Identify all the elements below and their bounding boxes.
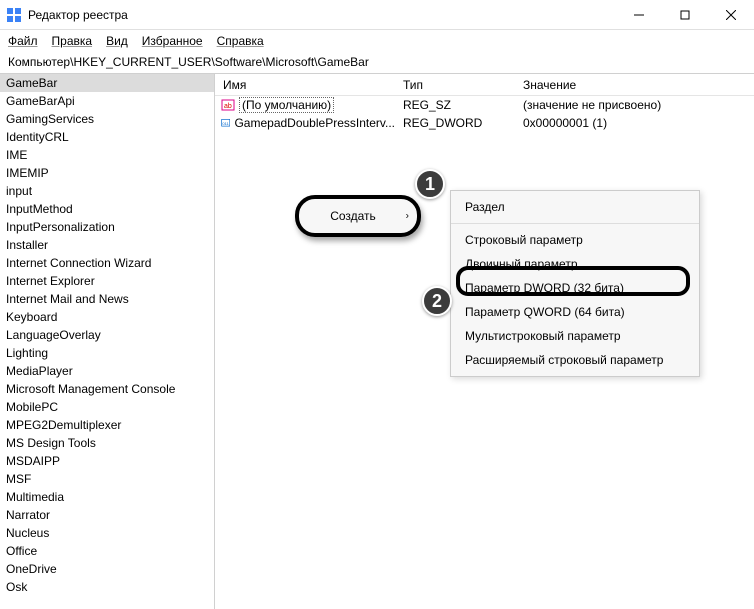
col-header-type[interactable]: Тип <box>395 78 515 92</box>
menu-help[interactable]: Справка <box>217 34 264 48</box>
tree-item[interactable]: InputMethod <box>0 200 214 218</box>
context-item[interactable]: Мультистроковый параметр <box>451 324 699 348</box>
context-item-label: Параметр DWORD (32 бита) <box>465 281 624 295</box>
context-item-label: Параметр QWORD (64 бита) <box>465 305 625 319</box>
tree-item[interactable]: InputPersonalization <box>0 218 214 236</box>
window-title: Редактор реестра <box>28 8 616 22</box>
value-name: GamepadDoublePressInterv... <box>234 116 395 130</box>
value-data: (значение не присвоено) <box>515 98 754 112</box>
tree-item[interactable]: Internet Connection Wizard <box>0 254 214 272</box>
context-item[interactable]: Строковый параметр <box>451 228 699 252</box>
tree-item[interactable]: GameBarApi <box>0 92 214 110</box>
tree-item[interactable]: LanguageOverlay <box>0 326 214 344</box>
value-data: 0x00000001 (1) <box>515 116 754 130</box>
context-item-label: Мультистроковый параметр <box>465 329 621 343</box>
tree-item[interactable]: Narrator <box>0 506 214 524</box>
context-item-label: Создать <box>330 209 376 223</box>
tree-item[interactable]: MSDAIPP <box>0 452 214 470</box>
maximize-button[interactable] <box>662 0 708 29</box>
context-item[interactable]: Двоичный параметр <box>451 252 699 276</box>
menu-view[interactable]: Вид <box>106 34 128 48</box>
menu-edit[interactable]: Правка <box>52 34 93 48</box>
tree-item[interactable]: Nucleus <box>0 524 214 542</box>
col-header-name[interactable]: Имя <box>215 78 395 92</box>
tree-item[interactable]: Internet Mail and News <box>0 290 214 308</box>
context-submenu-new[interactable]: Раздел Строковый параметр Двоичный парамет… <box>450 190 700 377</box>
tree-item[interactable]: Osk <box>0 578 214 596</box>
value-type: REG_SZ <box>395 98 515 112</box>
tree-item[interactable]: Keyboard <box>0 308 214 326</box>
context-item-label: Раздел <box>465 200 505 214</box>
value-type: REG_DWORD <box>395 116 515 130</box>
context-menu-create[interactable]: Создать › <box>295 195 421 237</box>
svg-text:011: 011 <box>222 120 229 125</box>
tree-item[interactable]: MSF <box>0 470 214 488</box>
list-row[interactable]: 011 GamepadDoublePressInterv...REG_DWORD0… <box>215 114 754 132</box>
svg-text:ab: ab <box>224 103 232 110</box>
context-item[interactable]: Расширяемый строковый параметр <box>451 348 699 372</box>
context-item-label: Двоичный параметр <box>465 257 578 271</box>
annotation-badge-2: 2 <box>422 286 452 316</box>
tree-item[interactable]: IME <box>0 146 214 164</box>
context-item-label: Расширяемый строковый параметр <box>465 353 663 367</box>
tree-item[interactable]: Installer <box>0 236 214 254</box>
tree-item[interactable]: IMEMIP <box>0 164 214 182</box>
annotation-badge-1: 1 <box>415 169 445 199</box>
address-text: Компьютер\HKEY_CURRENT_USER\Software\Mic… <box>8 55 369 69</box>
close-button[interactable] <box>708 0 754 29</box>
tree-item[interactable]: MobilePC <box>0 398 214 416</box>
tree-item[interactable]: GameBar <box>0 74 214 92</box>
app-icon <box>6 7 22 23</box>
list-row[interactable]: ab (По умолчанию) REG_SZ(значение не присв… <box>215 96 754 114</box>
tree-item[interactable]: Office <box>0 542 214 560</box>
menu-bar: Файл Правка Вид Избранное Справка <box>0 30 754 52</box>
tree-item[interactable]: MediaPlayer <box>0 362 214 380</box>
tree-item[interactable]: IdentityCRL <box>0 128 214 146</box>
col-header-value[interactable]: Значение <box>515 78 754 92</box>
menu-file[interactable]: Файл <box>8 34 38 48</box>
context-item-create[interactable]: Создать › <box>299 205 417 227</box>
menu-favorites[interactable]: Избранное <box>142 34 203 48</box>
chevron-right-icon: › <box>406 211 409 222</box>
tree-item[interactable]: MS Design Tools <box>0 434 214 452</box>
string-value-icon: ab <box>221 98 235 112</box>
window-controls <box>616 0 754 29</box>
context-separator <box>451 223 699 224</box>
context-item-label: Строковый параметр <box>465 233 583 247</box>
value-name: (По умолчанию) <box>239 97 334 113</box>
tree-view[interactable]: GameBarGameBarApiGamingServicesIdentityC… <box>0 74 215 609</box>
tree-item[interactable]: Microsoft Management Console <box>0 380 214 398</box>
context-item[interactable]: Параметр DWORD (32 бита) <box>451 276 699 300</box>
tree-item[interactable]: input <box>0 182 214 200</box>
binary-value-icon: 011 <box>221 116 230 130</box>
minimize-button[interactable] <box>616 0 662 29</box>
context-item[interactable]: Раздел <box>451 195 699 219</box>
tree-item[interactable]: MPEG2Demultiplexer <box>0 416 214 434</box>
address-bar[interactable]: Компьютер\HKEY_CURRENT_USER\Software\Mic… <box>0 52 754 74</box>
tree-item[interactable]: OneDrive <box>0 560 214 578</box>
tree-item[interactable]: Multimedia <box>0 488 214 506</box>
tree-item[interactable]: Internet Explorer <box>0 272 214 290</box>
title-bar: Редактор реестра <box>0 0 754 30</box>
tree-item[interactable]: Lighting <box>0 344 214 362</box>
context-item[interactable]: Параметр QWORD (64 бита) <box>451 300 699 324</box>
list-header: Имя Тип Значение <box>215 74 754 96</box>
tree-item[interactable]: GamingServices <box>0 110 214 128</box>
